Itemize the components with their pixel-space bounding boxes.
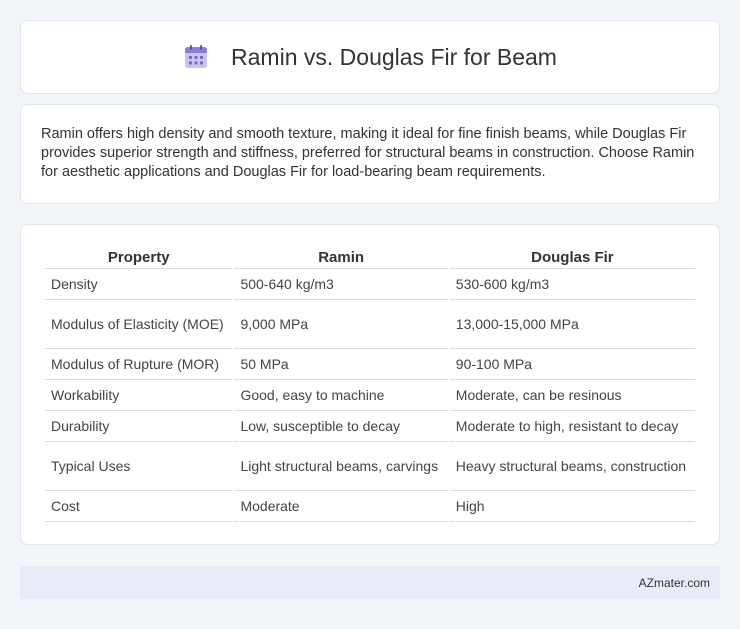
table-cell-ramin: Low, susceptible to decay [234,411,448,442]
table-header-row: Property Ramin Douglas Fir [45,245,695,269]
table-cell-douglas-fir: 530-600 kg/m3 [449,269,695,300]
table-cell-property: Modulus of Elasticity (MOE) [45,300,233,349]
table-row: Modulus of Elasticity (MOE) 9,000 MPa 13… [45,300,695,349]
column-header-douglas-fir: Douglas Fir [449,245,695,269]
table-cell-ramin: Good, easy to machine [234,380,448,411]
table-cell-ramin: Light structural beams, carvings [234,442,448,491]
table-row: Workability Good, easy to machine Modera… [45,380,695,411]
table-cell-douglas-fir: High [449,491,695,522]
comparison-table: Property Ramin Douglas Fir Density 500-6… [43,245,697,522]
table-cell-property: Typical Uses [45,442,233,491]
table-row: Durability Low, susceptible to decay Mod… [45,411,695,442]
column-header-property: Property [45,245,233,269]
page-title: Ramin vs. Douglas Fir for Beam [231,43,557,70]
table-cell-property: Workability [45,380,233,411]
table-cell-ramin: 50 MPa [234,349,448,380]
footer-brand-link[interactable]: AZmater.com [639,576,710,590]
table-cell-douglas-fir: Moderate to high, resistant to decay [449,411,695,442]
table-cell-douglas-fir: 13,000-15,000 MPa [449,300,695,349]
table-cell-property: Cost [45,491,233,522]
table-row: Density 500-640 kg/m3 530-600 kg/m3 [45,269,695,300]
table-cell-douglas-fir: Heavy structural beams, construction [449,442,695,491]
table-cell-ramin: 500-640 kg/m3 [234,269,448,300]
summary-card: Ramin offers high density and smooth tex… [20,104,720,204]
table-cell-property: Density [45,269,233,300]
table-cell-douglas-fir: 90-100 MPa [449,349,695,380]
footer: AZmater.com [20,566,720,599]
table-cell-ramin: 9,000 MPa [234,300,448,349]
column-header-ramin: Ramin [234,245,448,269]
calendar-icon [185,45,208,68]
table-row: Modulus of Rupture (MOR) 50 MPa 90-100 M… [45,349,695,380]
summary-text: Ramin offers high density and smooth tex… [41,126,695,180]
table-cell-property: Durability [45,411,233,442]
table-row: Typical Uses Light structural beams, car… [45,442,695,491]
table-row: Cost Moderate High [45,491,695,522]
table-cell-property: Modulus of Rupture (MOR) [45,349,233,380]
header-inner: Ramin vs. Douglas Fir for Beam [183,44,557,71]
table-cell-ramin: Moderate [234,491,448,522]
comparison-table-card: Property Ramin Douglas Fir Density 500-6… [20,224,720,545]
header-card: Ramin vs. Douglas Fir for Beam [20,20,720,94]
table-cell-douglas-fir: Moderate, can be resinous [449,380,695,411]
